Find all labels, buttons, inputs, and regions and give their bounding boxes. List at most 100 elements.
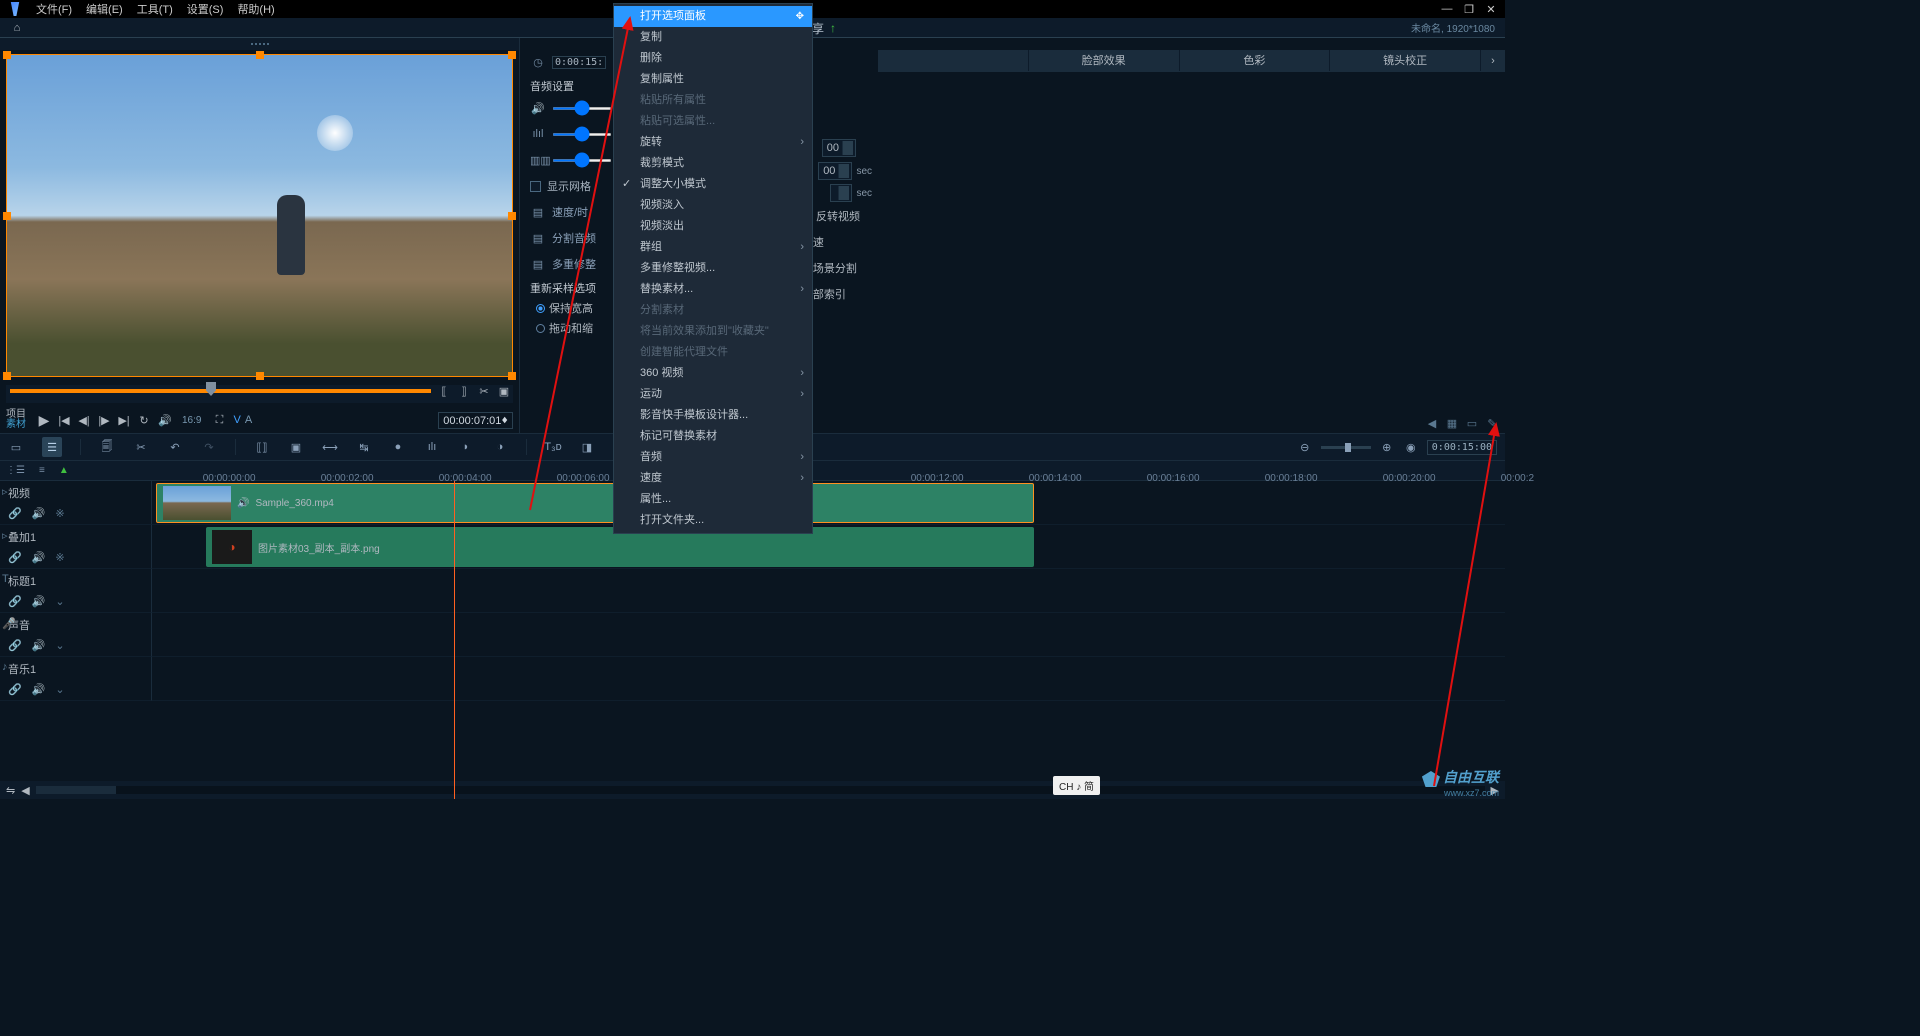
mute-icon[interactable]: 🔊	[32, 551, 46, 564]
menu-edit[interactable]: 编辑(E)	[86, 1, 123, 17]
menu-settings[interactable]: 设置(S)	[187, 1, 224, 17]
crop-handle-icon[interactable]	[256, 372, 264, 380]
title-icon[interactable]: T₃ᴅ	[545, 439, 561, 455]
ctx-open-options[interactable]: 打开选项面板✥	[614, 6, 812, 27]
track-header-video[interactable]: ▹ 视频 🔗🔊※	[0, 481, 152, 525]
ctx-template-designer[interactable]: 影音快手模板设计器...	[614, 405, 812, 426]
multitrim-btn[interactable]: 多重修整	[552, 256, 596, 272]
timecode-display[interactable]: 00:00:07:01♦	[438, 412, 513, 429]
trim-bar[interactable]: ⟦ ⟧ ✂ ▣	[6, 385, 513, 403]
horizontal-scrollbar[interactable]	[36, 786, 1485, 794]
eq-slider[interactable]	[552, 159, 612, 162]
snapshot-icon[interactable]: ▣	[288, 439, 304, 455]
crop-handle-icon[interactable]	[3, 212, 11, 220]
sb-handle-icon[interactable]: ⇋	[6, 784, 15, 797]
playback-mode-clip[interactable]: 素材	[6, 420, 26, 430]
zoom-in-icon[interactable]: ⊕	[1379, 439, 1395, 455]
undo-icon[interactable]: ↶	[167, 439, 183, 455]
value-sec2[interactable]	[830, 184, 852, 202]
copy-icon[interactable]: 🗐	[99, 439, 115, 455]
maximize-icon[interactable]: ❐	[1463, 3, 1475, 16]
playhead[interactable]	[454, 481, 455, 799]
ctx-360-video[interactable]: 360 视频	[614, 363, 812, 384]
menu-tool[interactable]: 工具(T)	[137, 1, 173, 17]
ctx-video-fadein[interactable]: 视频淡入	[614, 195, 812, 216]
shift-icon[interactable]: ↹	[356, 439, 372, 455]
end-button[interactable]: ▶|	[118, 414, 130, 427]
crop-handle-icon[interactable]	[3, 372, 11, 380]
ctx-copy[interactable]: 复制	[614, 27, 812, 48]
crop-handle-icon[interactable]	[256, 51, 264, 59]
ctx-video-fadeout[interactable]: 视频淡出	[614, 216, 812, 237]
next-frame-button[interactable]: |▶	[98, 414, 110, 427]
link-icon[interactable]: 🔗	[8, 683, 22, 696]
volume-slider[interactable]	[552, 107, 612, 110]
mute-icon[interactable]: 🔊	[32, 507, 46, 520]
trim-range[interactable]	[10, 389, 431, 393]
mute-icon[interactable]: 🔊	[32, 683, 46, 696]
minimize-icon[interactable]: —	[1441, 3, 1453, 16]
visibility-icon[interactable]: ※	[55, 507, 64, 520]
menu-file[interactable]: 文件(F)	[36, 1, 72, 17]
expand-icon[interactable]: ⌄	[55, 595, 64, 608]
track-height-icon[interactable]: ≡	[39, 465, 45, 476]
track-header-music[interactable]: ♪ 音乐1 🔗🔊⌄	[0, 657, 152, 701]
track-lane-voice[interactable]	[152, 613, 1505, 657]
link-icon[interactable]: 🔗	[8, 551, 22, 564]
rtab-face[interactable]: 脸部效果	[1029, 50, 1179, 71]
project-duration[interactable]: 0:00:15:00	[1427, 440, 1497, 455]
expand-icon[interactable]: ⌄	[55, 639, 64, 652]
mark-in-icon[interactable]: ⟦⟧	[254, 439, 270, 455]
storyboard-view-icon[interactable]: ▭	[8, 439, 24, 455]
mark-in-icon[interactable]: ⟦	[437, 385, 451, 398]
track-header-overlay[interactable]: ▹ 叠加1 🔗🔊※	[0, 525, 152, 569]
ctx-delete[interactable]: 删除	[614, 48, 812, 69]
timeline-view-icon[interactable]: ☰	[42, 437, 62, 457]
ctx-group[interactable]: 群组	[614, 237, 812, 258]
panel-view2-icon[interactable]: ▭	[1465, 417, 1479, 431]
rtab-more-icon[interactable]: ›	[1481, 50, 1505, 71]
upload-icon[interactable]: ↑	[830, 21, 836, 35]
track-header-voice[interactable]: 🎤 声音 🔗🔊⌄	[0, 613, 152, 657]
repeat-button[interactable]: ↻	[138, 414, 150, 427]
link-icon[interactable]: 🔗	[8, 595, 22, 608]
link-icon[interactable]: 🔗	[8, 639, 22, 652]
grid-checkbox[interactable]	[530, 181, 541, 192]
panel-view1-icon[interactable]: ▦	[1445, 417, 1459, 431]
home-icon[interactable]: ⌂	[8, 22, 26, 34]
track-lane-overlay[interactable]: ◑ 图片素材03_副本_副本.png	[152, 525, 1505, 569]
mute-icon[interactable]: 🔊	[32, 595, 46, 608]
ctx-resize-mode[interactable]: 调整大小模式	[614, 174, 812, 195]
play-button[interactable]: ▶	[38, 412, 50, 429]
menu-help[interactable]: 帮助(H)	[237, 1, 274, 17]
a-toggle[interactable]: A	[245, 414, 252, 426]
ctx-copy-attr[interactable]: 复制属性	[614, 69, 812, 90]
v-toggle[interactable]: V	[233, 414, 240, 426]
aspect-ratio[interactable]: 16:9	[182, 415, 201, 426]
record-icon[interactable]: ●	[390, 439, 406, 455]
value-sec1[interactable]: 00	[818, 162, 852, 180]
crop-handle-icon[interactable]	[508, 51, 516, 59]
visibility-icon[interactable]: ※	[55, 551, 64, 564]
split-icon[interactable]: ✂	[477, 385, 491, 398]
speed-time-btn[interactable]: 速度/时	[552, 204, 588, 220]
rtab-lens[interactable]: 镜头校正	[1330, 50, 1480, 71]
mixer-icon[interactable]: ılı	[424, 439, 440, 455]
crop-icon[interactable]: ▣	[497, 385, 511, 398]
crop-handle-icon[interactable]	[508, 372, 516, 380]
crop-handle-icon[interactable]	[3, 51, 11, 59]
duration-box[interactable]: 0:00:15:	[552, 56, 606, 69]
cut-icon[interactable]: ✂	[133, 439, 149, 455]
playhead-marker-icon[interactable]	[206, 382, 216, 396]
crop-handle-icon[interactable]	[508, 212, 516, 220]
clip-video[interactable]: 🔊 Sample_360.mp4	[156, 483, 1034, 523]
ctx-replace-clip[interactable]: 替换素材...	[614, 279, 812, 300]
sb-left-icon[interactable]: ◀	[21, 784, 29, 797]
prev-frame-button[interactable]: ◀|	[78, 414, 90, 427]
link-icon[interactable]: 🔗	[8, 507, 22, 520]
ctx-speed[interactable]: 速度	[614, 468, 812, 489]
mute-icon[interactable]: 🔊	[32, 639, 46, 652]
expand-icon[interactable]: ⌄	[55, 683, 64, 696]
track-header-title[interactable]: T 标题1 🔗🔊⌄	[0, 569, 152, 613]
ctx-open-folder[interactable]: 打开文件夹...	[614, 510, 812, 531]
